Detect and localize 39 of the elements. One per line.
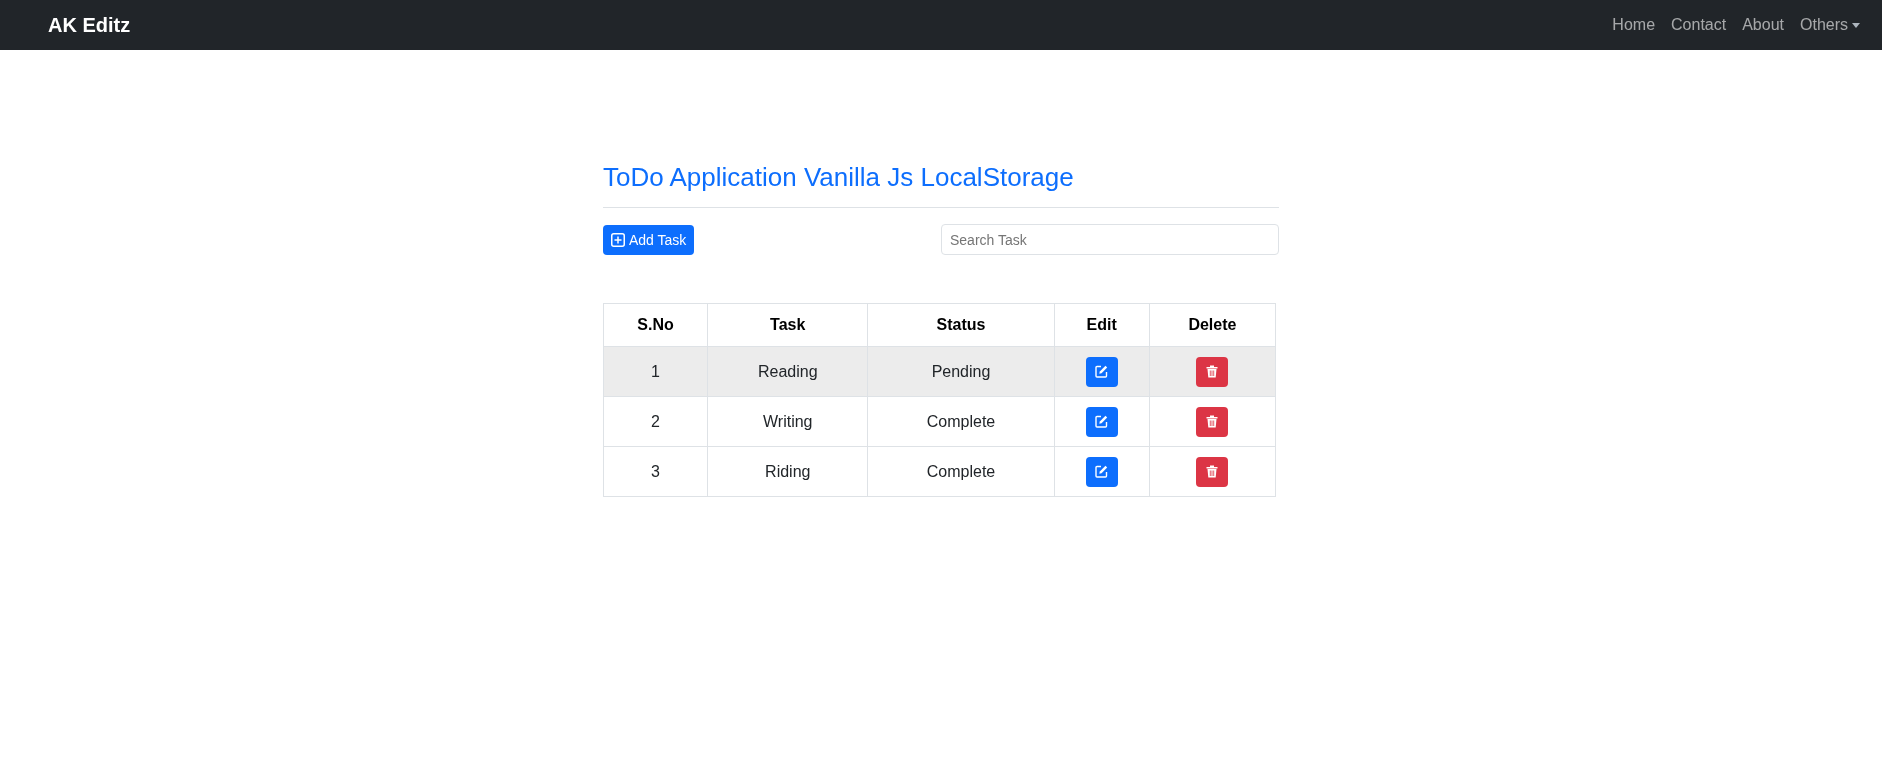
caret-icon — [1852, 22, 1860, 28]
plus-square-icon — [611, 232, 625, 247]
delete-button[interactable] — [1196, 356, 1229, 387]
nav-link[interactable]: Contact — [1671, 16, 1727, 34]
table-cell: 3 — [603, 446, 708, 497]
edit-button[interactable] — [1085, 406, 1118, 437]
table-cell: Complete — [867, 396, 1055, 447]
brand-name[interactable]: AK Editz — [48, 13, 131, 37]
table-cell: Pending — [867, 346, 1055, 397]
delete-button[interactable] — [1196, 456, 1229, 487]
trash-icon — [1206, 465, 1219, 478]
search-field[interactable]: Search Task — [941, 224, 1279, 255]
table-cell: 2 — [603, 396, 708, 447]
nav-link[interactable]: About — [1742, 16, 1784, 34]
nav-link[interactable]: Home — [1612, 16, 1656, 34]
page-title: ToDo Application Vanilla Js LocalStorage — [603, 162, 1075, 193]
column-header: Status — [867, 303, 1055, 347]
table-cell: Riding — [707, 446, 868, 497]
table-row[interactable]: 2 Writing Complete — [603, 396, 1276, 447]
edit-button[interactable] — [1085, 456, 1118, 487]
trash-icon — [1206, 415, 1219, 428]
nav-dropdown[interactable]: Others — [1800, 16, 1860, 34]
table-row[interactable]: 1 Reading Pending — [603, 346, 1276, 397]
column-header: Edit — [1054, 303, 1150, 347]
edit-button[interactable] — [1085, 356, 1118, 387]
table-row[interactable]: 3 Riding Complete — [603, 446, 1276, 497]
table-cell: 1 — [603, 346, 708, 397]
add-task-button[interactable]: Add Task — [603, 224, 695, 255]
delete-button[interactable] — [1196, 406, 1229, 437]
table-cell: Writing — [707, 396, 868, 447]
trash-icon — [1206, 365, 1219, 378]
column-header: Task — [707, 303, 868, 347]
edit-icon — [1095, 465, 1109, 478]
edit-icon — [1095, 365, 1109, 378]
table-cell: Reading — [707, 346, 868, 397]
edit-icon — [1095, 415, 1109, 428]
column-header: Delete — [1149, 303, 1276, 347]
column-header: S.No — [603, 303, 708, 347]
table-cell: Complete — [867, 446, 1055, 497]
